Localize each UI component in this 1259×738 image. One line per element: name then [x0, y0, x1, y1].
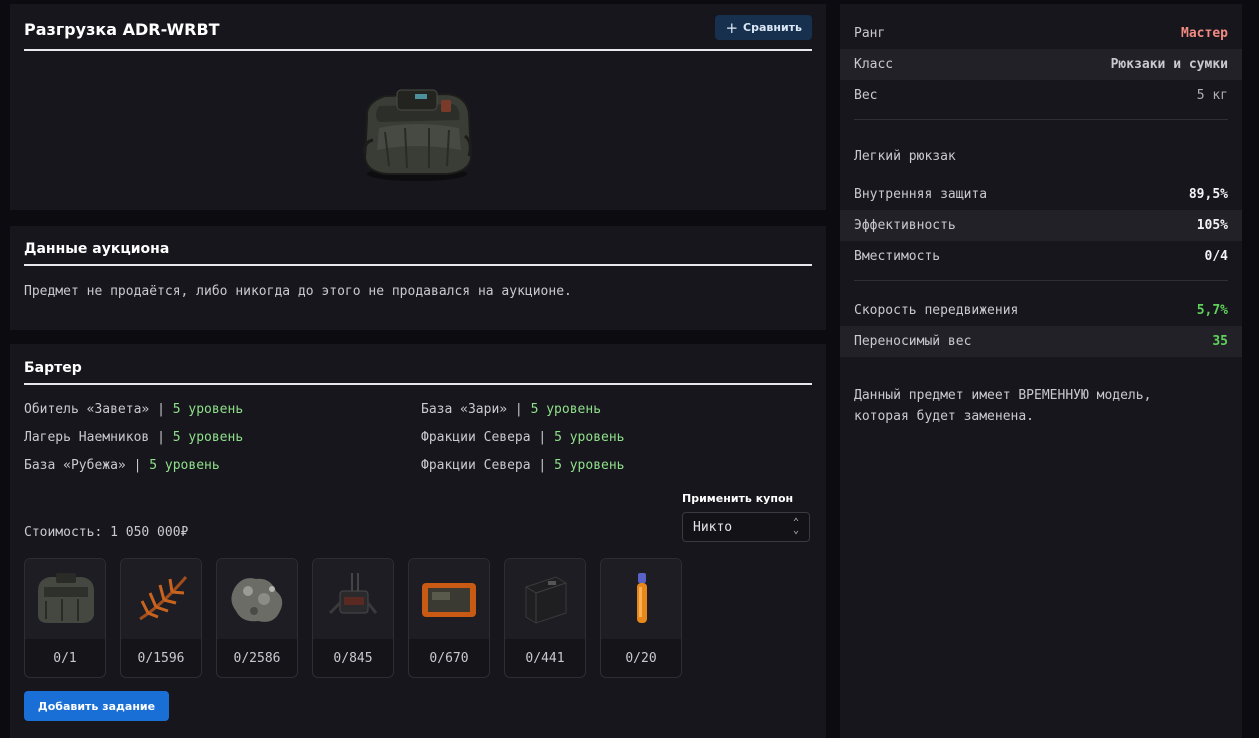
vendor-level: 5 уровень	[530, 402, 602, 417]
auction-panel: Данные аукциона Предмет не продаётся, ли…	[10, 226, 826, 330]
item-panel: Разгрузка ADR-WRBT + Сравнить	[10, 4, 826, 210]
barter-vendor: Фракции Севера | 5 уровень	[421, 430, 625, 445]
vendor-level: 5 уровень	[172, 402, 244, 417]
barter-vendor: Лагерь Наемников | 5 уровень	[24, 430, 243, 445]
backpack-icon	[38, 573, 94, 623]
auction-title: Данные аукциона	[24, 241, 812, 266]
vendor-name: Обитель «Завета»	[24, 402, 150, 417]
stat-label: Скорость передвижения	[854, 303, 1019, 318]
material-tile[interactable]: 0/441	[504, 558, 586, 678]
stat-label: Внутренняя защита	[854, 187, 988, 202]
barter-title: Бартер	[24, 360, 812, 385]
stat-label: Ранг	[854, 26, 886, 41]
stat-value: 105%	[1196, 218, 1228, 233]
material-count: 0/845	[333, 650, 373, 666]
material-count: 0/2586	[233, 650, 281, 666]
stat-value: 5,7%	[1196, 303, 1228, 318]
stat-value: 89,5%	[1188, 187, 1228, 202]
stat-row-protection: Внутренняя защита 89,5%	[840, 179, 1242, 210]
stat-label: Вместимость	[854, 249, 941, 264]
vendor-separator: |	[514, 402, 523, 417]
stat-value: 0/4	[1204, 249, 1228, 264]
material-count: 0/670	[429, 650, 469, 666]
stat-row-carry-weight: Переносимый вес 35	[840, 326, 1242, 357]
device-icon	[328, 573, 378, 615]
item-description: Данный предмет имеет ВРЕМЕННУЮ модель, к…	[854, 388, 1152, 424]
material-tile[interactable]: 0/845	[312, 558, 394, 678]
auction-text: Предмет не продаётся, либо никогда до эт…	[24, 284, 572, 299]
add-task-button[interactable]: Добавить задание	[24, 691, 169, 721]
coupon-value: Никто	[693, 519, 733, 535]
material-count: 0/20	[625, 650, 657, 666]
backpack-image	[363, 89, 473, 181]
stat-label: Переносимый вес	[854, 334, 972, 349]
updown-chevron-icon: ⌃ ⌄	[792, 517, 799, 536]
coupon-label: Применить купон	[682, 492, 794, 505]
barter-vendor: База «Зари» | 5 уровень	[421, 402, 601, 417]
vendor-name: Фракции Севера	[421, 430, 531, 445]
vendor-level: 5 уровень	[554, 430, 625, 445]
coupon-select[interactable]: Никто ⌃ ⌄	[682, 512, 810, 542]
barter-vendor: Фракции Севера | 5 уровень	[421, 458, 625, 473]
stat-row-efficiency: Эффективность 105%	[840, 210, 1242, 241]
vendor-separator: |	[538, 430, 547, 445]
vendor-name: База «Зари»	[421, 402, 508, 417]
stat-row-speed: Скорость передвижения 5,7%	[840, 295, 1242, 326]
material-tile[interactable]: 0/2586	[216, 558, 298, 678]
vendor-name: Фракции Севера	[421, 458, 531, 473]
plus-icon: +	[725, 18, 739, 37]
barter-materials: 0/1 0/1596 0/2586 0/845 0/670 0/441 0/20	[24, 558, 682, 678]
material-count: 0/1	[53, 650, 77, 666]
vendor-level: 5 уровень	[172, 430, 244, 445]
stat-row-rank: Ранг Мастер	[840, 18, 1242, 49]
stat-value: 5 кг	[1196, 88, 1228, 103]
stat-row-class: Класс Рюкзаки и сумки	[840, 49, 1242, 80]
vendor-separator: |	[133, 458, 142, 473]
barter-vendor: База «Рубежа» | 5 уровень	[24, 458, 220, 473]
stat-value: Рюкзаки и сумки	[1110, 57, 1228, 72]
vendor-separator: |	[538, 458, 547, 473]
divider	[854, 119, 1228, 120]
stats-panel: Ранг Мастер Класс Рюкзаки и сумки Вес 5 …	[840, 4, 1242, 738]
vendor-level: 5 уровень	[554, 458, 625, 473]
stat-label: Вес	[854, 88, 878, 103]
compare-label: Сравнить	[743, 21, 802, 34]
fern-icon	[139, 576, 188, 621]
vendor-name: База «Рубежа»	[24, 458, 126, 473]
barter-vendor: Обитель «Завета» | 5 уровень	[24, 402, 243, 417]
vendor-name: Лагерь Наемников	[24, 430, 150, 445]
material-tile[interactable]: 0/1596	[120, 558, 202, 678]
material-count: 0/441	[525, 650, 565, 666]
stat-row-capacity: Вместимость 0/4	[840, 241, 1242, 272]
stat-label: Эффективность	[854, 218, 956, 233]
divider	[854, 280, 1228, 281]
item-title: Разгрузка ADR-WRBT	[24, 20, 812, 51]
material-tile[interactable]: 0/670	[408, 558, 490, 678]
stat-row-weight: Вес 5 кг	[840, 80, 1242, 111]
battery-icon	[525, 576, 567, 624]
stat-value: Мастер	[1181, 26, 1228, 41]
material-tile[interactable]: 0/20	[600, 558, 682, 678]
item-subtype: Легкий рюкзак	[854, 149, 956, 164]
tablet-icon	[422, 583, 476, 617]
vendor-level: 5 уровень	[149, 458, 220, 473]
stat-value: 35	[1212, 334, 1228, 349]
ore-icon	[231, 578, 283, 622]
vendor-separator: |	[157, 402, 165, 417]
vendor-separator: |	[157, 430, 165, 445]
barter-panel: Бартер Обитель «Завета» | 5 уровень База…	[10, 344, 826, 738]
stat-label: Класс	[854, 57, 894, 72]
vial-icon	[637, 573, 647, 623]
material-count: 0/1596	[137, 650, 185, 666]
material-tile[interactable]: 0/1	[24, 558, 106, 678]
barter-cost: Стоимость: 1 050 000₽	[24, 525, 189, 540]
compare-button[interactable]: + Сравнить	[715, 15, 812, 40]
